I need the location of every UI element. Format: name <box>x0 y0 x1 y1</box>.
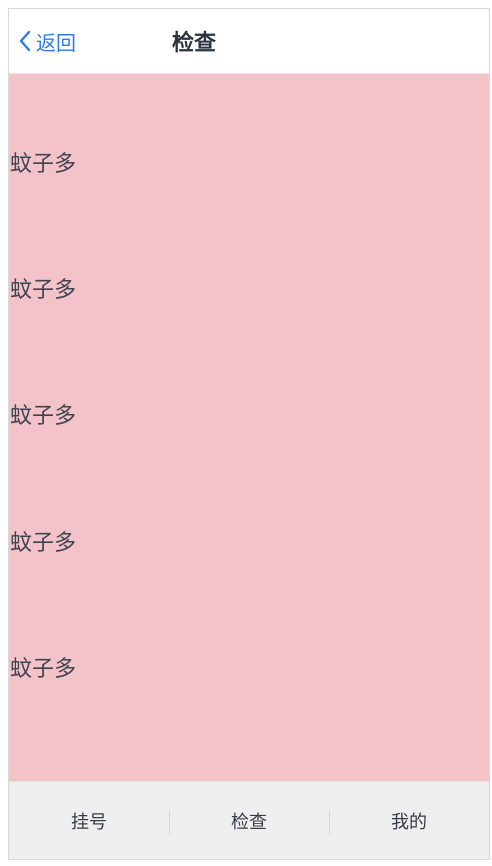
tab-examination[interactable]: 检查 <box>169 782 329 859</box>
content-list[interactable]: 蚊子多 蚊子多 蚊子多 蚊子多 蚊子多 <box>9 74 489 782</box>
app-frame: 返回 检查 蚊子多 蚊子多 蚊子多 蚊子多 蚊子多 挂号 检查 我的 <box>8 8 490 860</box>
tab-bar: 挂号 检查 我的 <box>9 781 489 859</box>
list-item[interactable]: 蚊子多 <box>10 273 76 303</box>
tab-registration[interactable]: 挂号 <box>9 782 169 859</box>
tab-mine[interactable]: 我的 <box>329 782 489 859</box>
list-item[interactable]: 蚊子多 <box>10 147 76 177</box>
navigation-bar: 返回 检查 <box>9 9 489 74</box>
page-title: 检查 <box>171 31 216 56</box>
list-item[interactable]: 蚊子多 <box>10 399 76 429</box>
list-item[interactable]: 蚊子多 <box>10 526 76 556</box>
list-item[interactable]: 蚊子多 <box>10 652 76 682</box>
